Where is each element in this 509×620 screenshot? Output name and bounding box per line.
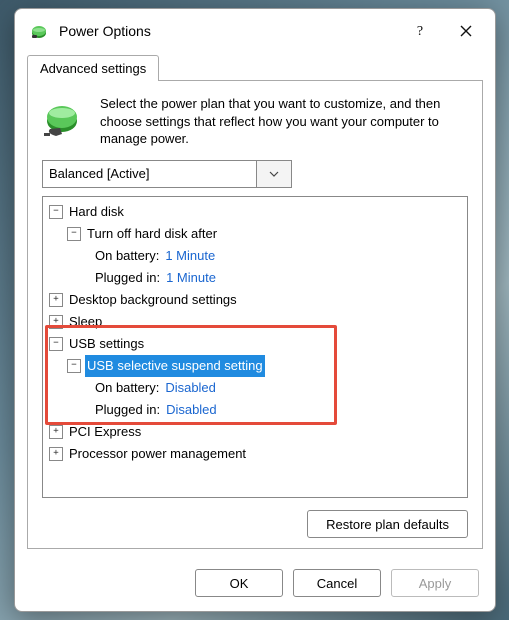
- power-plan-select[interactable]: Balanced [Active]: [42, 160, 292, 188]
- value-link[interactable]: 1 Minute: [166, 267, 216, 289]
- collapse-icon[interactable]: −: [67, 227, 81, 241]
- help-button[interactable]: ?: [397, 14, 443, 48]
- expand-icon[interactable]: +: [49, 447, 63, 461]
- value-link[interactable]: 1 Minute: [165, 245, 215, 267]
- expand-icon[interactable]: +: [49, 315, 63, 329]
- collapse-icon[interactable]: −: [49, 337, 63, 351]
- intro-text: Select the power plan that you want to c…: [100, 95, 468, 148]
- tree-value-row[interactable]: On battery:Disabled: [45, 377, 465, 399]
- tree-item-usb-selective-suspend[interactable]: −USB selective suspend setting: [45, 355, 465, 377]
- settings-tree[interactable]: −Hard disk −Turn off hard disk after On …: [42, 196, 468, 498]
- expand-icon[interactable]: +: [49, 293, 63, 307]
- tree-item-turn-off-hard-disk[interactable]: −Turn off hard disk after: [45, 223, 465, 245]
- restore-plan-defaults-button[interactable]: Restore plan defaults: [307, 510, 468, 538]
- ok-button[interactable]: OK: [195, 569, 283, 597]
- collapse-icon[interactable]: −: [49, 205, 63, 219]
- window-title: Power Options: [59, 23, 397, 39]
- cancel-button[interactable]: Cancel: [293, 569, 381, 597]
- chevron-down-icon: [256, 161, 291, 187]
- expand-icon[interactable]: +: [49, 425, 63, 439]
- tree-item-sleep[interactable]: +Sleep: [45, 311, 465, 333]
- power-options-icon: [29, 21, 49, 41]
- tree-value-row[interactable]: Plugged in:1 Minute: [45, 267, 465, 289]
- power-options-dialog: Power Options ? Advanced settings: [14, 8, 496, 612]
- value-link[interactable]: Disabled: [165, 377, 216, 399]
- close-button[interactable]: [443, 14, 489, 48]
- power-plan-value: Balanced [Active]: [43, 166, 155, 181]
- dialog-footer: OK Cancel Apply: [15, 559, 495, 611]
- tree-item-pci-express[interactable]: +PCI Express: [45, 421, 465, 443]
- apply-button[interactable]: Apply: [391, 569, 479, 597]
- tab-strip: Advanced settings: [27, 53, 483, 81]
- svg-text:?: ?: [417, 24, 423, 38]
- tab-panel: Select the power plan that you want to c…: [27, 80, 483, 549]
- tree-item-processor-power[interactable]: +Processor power management: [45, 443, 465, 465]
- tree-item-usb-settings[interactable]: −USB settings: [45, 333, 465, 355]
- tree-item-hard-disk[interactable]: −Hard disk: [45, 201, 465, 223]
- tree-value-row[interactable]: On battery:1 Minute: [45, 245, 465, 267]
- titlebar: Power Options ?: [15, 9, 495, 53]
- value-link[interactable]: Disabled: [166, 399, 217, 421]
- tab-advanced-settings[interactable]: Advanced settings: [27, 55, 159, 81]
- tree-item-desktop-background[interactable]: +Desktop background settings: [45, 289, 465, 311]
- tree-value-row[interactable]: Plugged in:Disabled: [45, 399, 465, 421]
- collapse-icon[interactable]: −: [67, 359, 81, 373]
- battery-plug-icon: [42, 95, 86, 139]
